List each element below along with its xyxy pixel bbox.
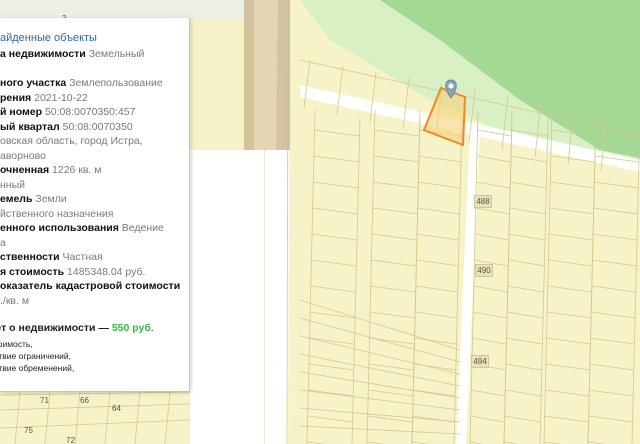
detail-row: емель Земли [0,192,186,207]
detail-value: аворново [0,149,46,162]
detail-row: а [0,236,186,251]
detail-label: ного участка [0,77,67,89]
detail-value: нный [0,178,26,191]
report-link[interactable]: отчет о недвижимости — 550 руб. [0,322,186,334]
detail-row: ного участка Землепользование [0,76,186,91]
detail-value: Земли [35,193,67,205]
detail-row: ./кв. м [0,294,186,309]
parcel-badge: 490 [475,264,493,277]
detail-row: аворново [0,149,186,164]
detail-label: я стоимость [0,265,65,278]
detail-row: нный [0,178,186,193]
detail-row: ственности Частная [0,250,186,265]
detail-label: ственности [0,251,60,263]
parcel-badge: 494 [471,355,489,368]
detail-value: Частная [62,251,103,263]
detail-value: йственного назначения [0,207,114,220]
detail-row: овская область, город Истра, [0,134,186,149]
property-details: а недвижимости Земельный ного участка Зе… [0,47,186,308]
detail-row: енного использования Ведение [0,221,186,236]
report-label: отчет о недвижимости — [0,322,109,334]
detail-value: 50:08:0070350 [62,120,133,133]
detail-row: оказатель кадастровой стоимости [0,279,186,294]
detail-value: 1485348.04 руб. [67,265,146,278]
detail-value: ./кв. м [0,294,30,307]
report-price: 550 руб. [111,322,154,334]
plot-number: 64 [112,404,121,413]
detail-row: я стоимость 1485348.04 руб. [0,265,186,280]
detail-value: 1226 кв. м [52,164,102,176]
panel-header: айденные объекты [0,32,97,44]
detail-value: Землепользование [69,77,163,89]
detail-label: рения [0,91,32,104]
detail-row: йственного назначения [0,207,186,222]
bullet-item: тсутствие ограничений, [0,351,72,361]
open-area [190,150,264,444]
detail-label: а недвижимости [0,48,86,60]
road-overpass-inner [254,0,278,150]
plot-number: 75 [24,426,33,435]
detail-row: а недвижимости Земельный [0,47,186,62]
detail-row: ый квартал 50:08:0070350 [0,120,186,135]
detail-value: Земельный [88,48,145,60]
detail-label: й номер [0,106,43,118]
detail-label: енного использования [0,222,119,234]
detail-label: оказатель кадастровой стоимости [0,280,181,292]
detail-value: а [0,236,6,249]
detail-row: рения 2021-10-22 [0,91,186,106]
detail-value: овская область, город Истра, [0,135,143,147]
detail-label: ый квартал [0,120,60,133]
plot-number: 71 [40,396,49,405]
bullet-item: ая стоимость, [0,339,33,349]
detail-label: емель [0,193,33,205]
parcel-badge: 488 [474,195,492,208]
detail-value: 50:08:0070350:457 [44,106,136,118]
report-bullets: ая стоимость, тсутствие ограничений, тсу… [0,338,186,374]
detail-value: Ведение [121,222,164,234]
plot-number: 72 [66,436,75,444]
detail-label: очненная [0,164,50,176]
bullet-item: тсутствие обременений, [0,363,75,373]
plot-number: 66 [80,396,89,405]
detail-row [0,62,186,77]
detail-row: й номер 50:08:0070350:457 [0,105,186,120]
found-objects-panel[interactable]: айденные объекты а недвижимости Земельны… [0,18,190,392]
detail-row: очненная 1226 кв. м [0,163,186,178]
detail-value: 2021-10-22 [34,91,88,104]
